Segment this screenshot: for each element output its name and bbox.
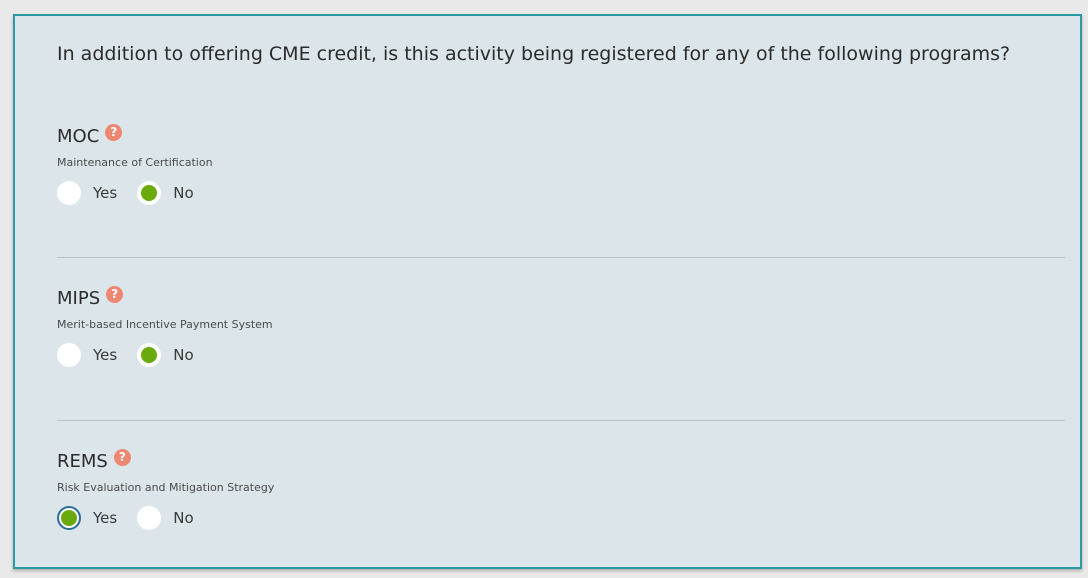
program-moc-title: MOC [57, 126, 100, 147]
program-moc-radio-group: Yes No [57, 180, 214, 206]
program-rems-no-label[interactable]: No [173, 509, 193, 527]
program-moc-no-option[interactable]: No [137, 181, 194, 205]
help-icon[interactable]: ? [106, 285, 124, 303]
program-mips-yes-option[interactable]: Yes [57, 343, 117, 367]
program-rems-radio-group: Yes No [57, 505, 214, 531]
program-mips-yes-label[interactable]: Yes [93, 346, 117, 364]
help-icon[interactable]: ? [113, 448, 131, 466]
program-mips-no-label[interactable]: No [173, 346, 193, 364]
program-mips-no-radio[interactable] [137, 343, 162, 367]
program-mips-subtitle: Merit-based Incentive Payment System [57, 318, 273, 331]
program-rems-subtitle: Risk Evaluation and Mitigation Strategy [57, 481, 275, 494]
program-rems-yes-label[interactable]: Yes [93, 509, 117, 527]
program-rems-no-radio[interactable] [137, 506, 162, 530]
program-rems-no-option[interactable]: No [137, 506, 194, 530]
program-rems-title: REMS [57, 451, 108, 472]
program-rems-title-row: REMS ? [57, 448, 131, 473]
program-moc-title-row: MOC ? [57, 123, 123, 148]
program-moc-yes-option[interactable]: Yes [57, 181, 117, 205]
program-mips-title-row: MIPS ? [57, 285, 124, 310]
program-rems-yes-option[interactable]: Yes [57, 506, 117, 530]
question-text: In addition to offering CME credit, is t… [57, 43, 1011, 65]
section-divider [57, 257, 1065, 258]
section-divider [57, 420, 1065, 421]
program-rems-yes-radio[interactable] [57, 506, 81, 530]
program-moc-yes-radio[interactable] [57, 181, 81, 205]
program-moc-subtitle: Maintenance of Certification [57, 156, 213, 169]
program-moc-yes-label[interactable]: Yes [93, 184, 117, 202]
program-mips-yes-radio[interactable] [57, 343, 81, 367]
program-mips-no-option[interactable]: No [137, 343, 194, 367]
program-moc-no-radio[interactable] [137, 181, 162, 205]
cme-programs-panel: In addition to offering CME credit, is t… [13, 14, 1082, 569]
program-moc-no-label[interactable]: No [173, 184, 193, 202]
program-mips-title: MIPS [57, 288, 101, 309]
help-icon[interactable]: ? [105, 123, 123, 141]
program-mips-radio-group: Yes No [57, 342, 214, 368]
